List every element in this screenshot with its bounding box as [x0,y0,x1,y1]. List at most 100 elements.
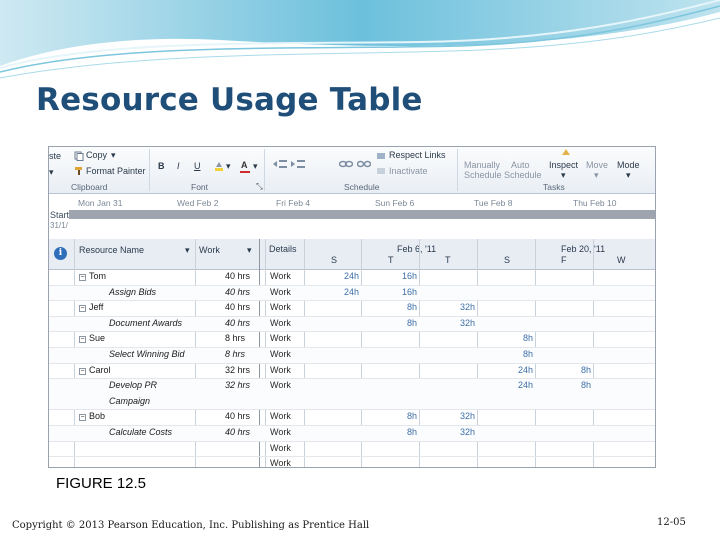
indent-icon[interactable] [291,159,305,169]
move-button[interactable]: Move [586,160,608,170]
usage-value-cell[interactable]: 8h [571,365,591,375]
work-sort-icon[interactable]: ▾ [247,245,252,256]
font-dialog-launcher-icon[interactable]: ⤡ [256,181,263,192]
outdent-icon[interactable] [273,159,287,169]
usage-value-cell[interactable]: 8h [397,427,417,437]
table-row[interactable]: Select Winning Bid 8 hrs Work 8h [49,348,655,364]
work-cell[interactable]: 8 hrs [225,333,245,343]
resource-name-column-header[interactable]: Resource Name [79,245,144,255]
table-row[interactable]: Develop PR Campaign 32 hrs Work 24h 8h [49,379,655,411]
usage-value-cell[interactable]: 24h [513,380,533,390]
work-cell[interactable]: 40 hrs [225,318,250,328]
work-cell[interactable]: 40 hrs [225,271,250,281]
resource-name-cell[interactable]: Sue [89,333,105,343]
work-cell[interactable]: 40 hrs [225,287,250,297]
table-row[interactable]: Work [49,442,655,458]
underline-button[interactable]: U [194,161,201,171]
usage-value-cell[interactable]: 8h [397,318,417,328]
unlink-tasks-icon[interactable] [357,159,371,169]
italic-button[interactable]: I [177,161,180,171]
usage-value-cell[interactable]: 32h [455,427,475,437]
highlight-dropdown-icon[interactable]: ▾ [226,161,231,172]
resource-name-cell[interactable]: Carol [89,365,111,375]
day-header: T [388,255,394,265]
inactivate-icon [377,168,385,174]
work-cell[interactable]: 40 hrs [225,302,250,312]
usage-value-cell[interactable]: 32h [455,411,475,421]
table-row[interactable]: − Carol 32 hrs Work 24h 8h [49,364,655,380]
auto-schedule-button[interactable]: Auto [511,160,530,170]
table-row[interactable]: − Sue 8 hrs Work 8h [49,332,655,348]
work-column-header[interactable]: Work [199,245,220,255]
assignment-name-cell[interactable]: Calculate Costs [109,427,172,437]
table-row[interactable]: Calculate Costs 40 hrs Work 8h 32h [49,426,655,442]
usage-value-cell[interactable]: 24h [339,271,359,281]
work-cell[interactable]: 32 hrs [225,380,250,390]
mode-button[interactable]: Mode [617,160,640,170]
assignment-name-cell[interactable]: Assign Bids [109,287,156,297]
ribbon-separator [264,149,265,191]
usage-value-cell[interactable]: 32h [455,302,475,312]
resource-usage-grid: i Resource Name ▾ Work ▾ Details Feb 6, … [49,239,655,467]
collapse-toggle-icon[interactable]: − [79,274,86,281]
link-tasks-icon[interactable] [339,159,353,169]
work-cell[interactable]: 40 hrs [225,411,250,421]
usage-value-cell[interactable]: 8h [571,380,591,390]
usage-value-cell[interactable]: 16h [397,287,417,297]
usage-value-cell[interactable]: 24h [339,287,359,297]
table-row[interactable]: − Bob 40 hrs Work 8h 32h [49,410,655,426]
collapse-toggle-icon[interactable]: − [79,367,86,375]
timeline-date: Tue Feb 8 [474,198,513,208]
resource-name-cell[interactable]: Jeff [89,302,103,312]
assignment-name-cell[interactable]: Document Awards [109,318,182,328]
usage-value-cell[interactable]: 8h [513,333,533,343]
usage-value-cell[interactable]: 16h [397,271,417,281]
table-row[interactable]: − Tom 40 hrs Work 24h 16h [49,270,655,286]
resource-name-cell[interactable]: Tom [89,271,106,281]
table-row[interactable]: Document Awards 40 hrs Work 8h 32h [49,316,655,333]
usage-value-cell[interactable]: 8h [513,349,533,359]
font-color-button[interactable]: A [241,160,248,170]
inspect-icon [562,149,570,155]
paste-label[interactable]: ste [49,151,61,161]
usage-value-cell[interactable]: 24h [513,365,533,375]
timeline-bar[interactable] [69,210,655,219]
page-number: 12-05 [657,517,686,528]
manually-schedule-button[interactable]: Manually [464,160,500,170]
assignment-name-cell[interactable]: Develop PR [109,380,157,390]
day-header: F [561,255,567,265]
table-row[interactable]: − Jeff 40 hrs Work 8h 32h [49,301,655,317]
table-row[interactable]: Assign Bids 40 hrs Work 24h 16h [49,285,655,302]
collapse-toggle-icon[interactable]: − [79,305,86,313]
highlight-color-icon[interactable] [214,161,224,171]
bold-button[interactable]: B [158,161,165,171]
move-dropdown-icon[interactable]: ▾ [594,170,599,181]
paste-dropdown-icon[interactable]: ▾ [49,167,54,178]
usage-value-cell[interactable]: 8h [397,302,417,312]
timeline[interactable]: Mon Jan 31 Wed Feb 2 Fri Feb 4 Sun Feb 6… [49,194,655,239]
mode-dropdown-icon[interactable]: ▾ [626,170,631,181]
copy-dropdown-icon[interactable]: ▾ [111,150,116,161]
font-color-dropdown-icon[interactable]: ▾ [253,161,258,172]
usage-value-cell[interactable]: 8h [397,411,417,421]
work-cell[interactable]: 8 hrs [225,349,245,359]
respect-links-button[interactable]: Respect Links [389,150,446,160]
header-swoosh-decoration [0,0,720,79]
ribbon-separator [457,149,458,191]
info-icon[interactable]: i [54,247,67,260]
inspect-button[interactable]: Inspect [549,160,578,170]
assignment-name-cell[interactable]: Select Winning Bid [109,349,184,359]
inspect-dropdown-icon[interactable]: ▾ [561,170,566,181]
format-painter-button[interactable]: Format Painter [86,166,146,176]
resource-name-cell[interactable]: Bob [89,411,105,421]
usage-value-cell[interactable]: 32h [455,318,475,328]
copy-button[interactable]: Copy [86,150,107,160]
resource-name-sort-icon[interactable]: ▾ [185,245,190,256]
work-cell[interactable]: 32 hrs [225,365,250,375]
inactivate-button[interactable]: Inactivate [389,166,428,176]
work-cell[interactable]: 40 hrs [225,427,250,437]
collapse-toggle-icon[interactable]: − [79,414,86,422]
collapse-toggle-icon[interactable]: − [79,336,86,344]
timeline-date: Sun Feb 6 [375,198,415,208]
table-row[interactable]: Work [49,457,655,467]
